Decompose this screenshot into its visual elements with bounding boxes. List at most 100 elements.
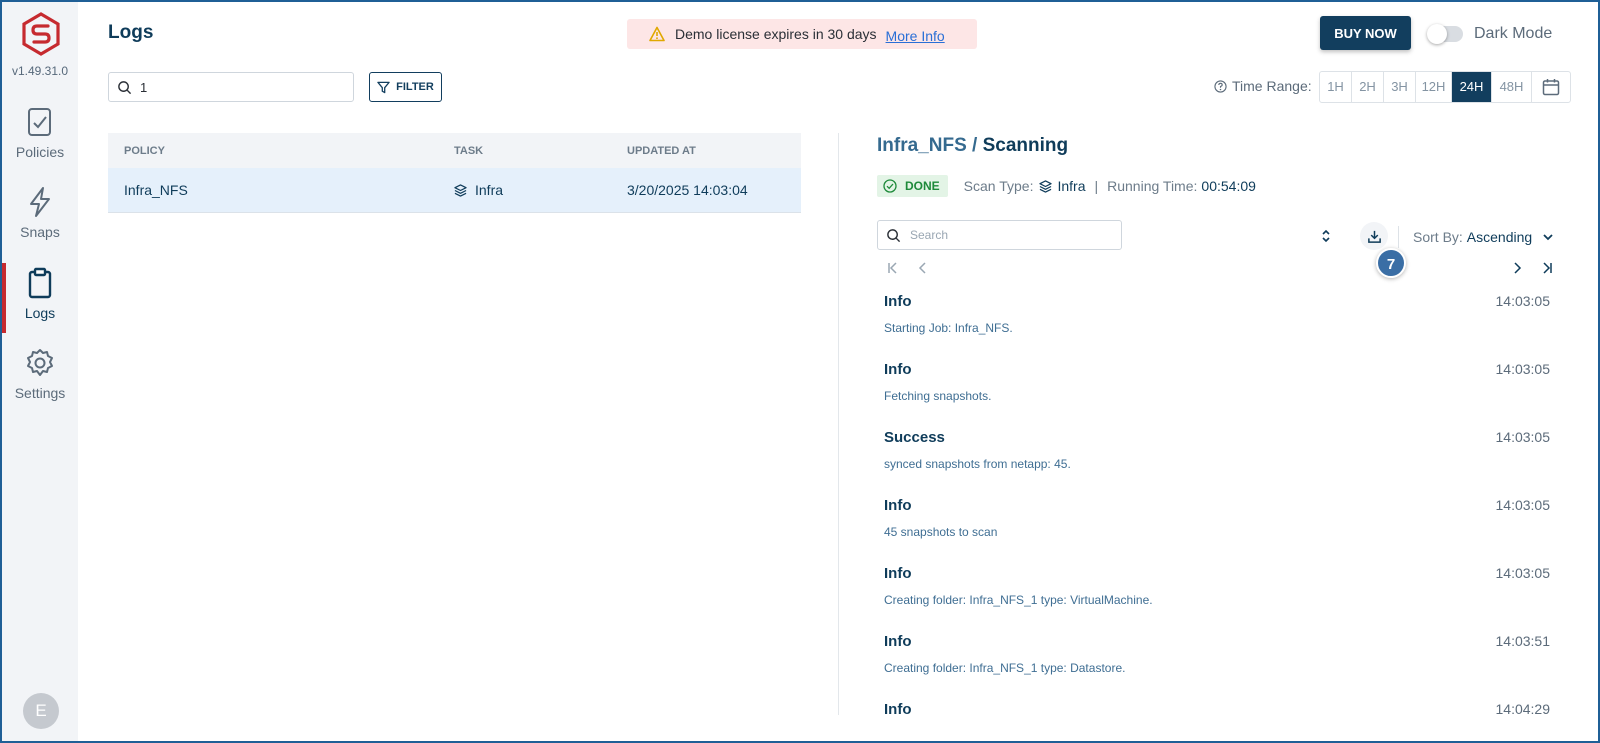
sort-by-value: Ascending <box>1466 229 1533 245</box>
filter-label: FILTER <box>396 81 434 93</box>
pager-left <box>886 261 946 277</box>
buy-now-button[interactable]: BUY NOW <box>1320 16 1411 50</box>
log-search-input[interactable]: Search <box>877 220 1122 250</box>
log-message: Starting Job: Infra_NFS. <box>884 321 1013 335</box>
sort-by-label: Sort By: <box>1413 229 1463 245</box>
column-header-updated-at[interactable]: UPDATED AT <box>627 145 801 157</box>
time-range-1h[interactable]: 1H <box>1320 72 1352 102</box>
log-message: synced snapshots from netapp: 45. <box>884 457 1071 471</box>
log-search-placeholder: Search <box>910 228 949 242</box>
log-level: Info <box>884 497 912 514</box>
log-entry: Info 14:03:05 Starting Job: Infra_NFS. <box>884 288 1550 356</box>
sidebar: v1.49.31.0 Policies Snaps Logs Settings … <box>2 2 78 741</box>
time-range-3h[interactable]: 3H <box>1384 72 1416 102</box>
log-entry: Info 14:03:05 Fetching snapshots. <box>884 356 1550 424</box>
download-icon <box>1367 230 1381 243</box>
log-message: Creating folder: Infra_NFS_1 type: Datas… <box>884 661 1126 675</box>
log-time: 14:04:29 <box>1495 701 1551 716</box>
filter-button[interactable]: FILTER <box>369 72 442 102</box>
log-list: Info 14:03:05 Starting Job: Infra_NFS. I… <box>884 288 1550 716</box>
page-title: Logs <box>108 22 154 43</box>
avatar[interactable]: E <box>23 693 59 729</box>
detail-separator: / <box>972 135 978 156</box>
log-time: 14:03:05 <box>1495 565 1551 581</box>
sidebar-item-label: Logs <box>24 305 56 321</box>
time-range-2h[interactable]: 2H <box>1352 72 1384 102</box>
cell-task: Infra <box>454 182 627 198</box>
pager-right <box>1510 261 1554 277</box>
detail-policy: Infra_NFS <box>877 135 967 156</box>
sort-by-dropdown[interactable]: Sort By: Ascending <box>1413 229 1554 245</box>
sort-toggle-icon[interactable] <box>1320 228 1332 244</box>
app-logo[interactable] <box>21 12 61 56</box>
search-icon <box>118 80 132 94</box>
sidebar-item-label: Policies <box>15 144 65 160</box>
license-banner: Demo license expires in 30 days More Inf… <box>627 19 977 49</box>
policy-table: POLICY TASK UPDATED AT Infra_NFS Infra 3… <box>108 133 801 213</box>
column-header-policy[interactable]: POLICY <box>108 145 454 157</box>
log-level: Info <box>884 633 912 650</box>
calendar-button[interactable] <box>1532 72 1570 102</box>
log-entry: Info 14:04:29 <box>884 696 1550 716</box>
time-range-24h[interactable]: 24H <box>1452 72 1492 102</box>
detail-task: Scanning <box>982 135 1069 156</box>
scan-type-label: Scan Type: <box>963 178 1034 194</box>
last-page-icon[interactable] <box>1540 261 1554 275</box>
log-time: 14:03:05 <box>1495 429 1551 445</box>
log-entry: Info 14:03:05 Creating folder: Infra_NFS… <box>884 560 1550 628</box>
status-badge: DONE <box>877 175 948 197</box>
warning-icon <box>649 26 665 42</box>
log-message: 45 snapshots to scan <box>884 525 998 539</box>
next-page-icon[interactable] <box>1510 261 1524 275</box>
cell-policy: Infra_NFS <box>124 182 188 198</box>
app-version: v1.49.31.0 <box>11 64 69 78</box>
log-entry: Info 14:03:51 Creating folder: Infra_NFS… <box>884 628 1550 696</box>
sidebar-item-snaps[interactable]: Snaps <box>2 186 78 256</box>
time-range-label-text: Time Range: <box>1232 78 1312 94</box>
scan-type-value: Infra <box>1057 178 1086 194</box>
log-level: Success <box>884 429 945 446</box>
logs-icon <box>28 267 52 299</box>
help-icon <box>1214 79 1227 93</box>
log-time: 14:03:51 <box>1495 633 1551 649</box>
cell-task-label: Infra <box>475 182 504 198</box>
sidebar-item-label: Settings <box>14 385 66 401</box>
status-row: DONE Scan Type: Infra | Running Time: 00… <box>877 175 1256 197</box>
log-entry: Info 14:03:05 45 snapshots to scan <box>884 492 1550 560</box>
search-input[interactable]: 1 <box>108 72 354 102</box>
log-level: Info <box>884 701 912 716</box>
log-time: 14:03:05 <box>1495 293 1551 309</box>
time-range-12h[interactable]: 12H <box>1416 72 1452 102</box>
running-time-value: 00:54:09 <box>1201 178 1256 194</box>
cell-updated-at: 3/20/2025 14:03:04 <box>627 182 748 198</box>
time-range-48h[interactable]: 48H <box>1492 72 1532 102</box>
snaps-icon <box>30 187 50 217</box>
toolbar-divider <box>1398 226 1399 248</box>
download-button[interactable] <box>1360 222 1388 250</box>
table-row[interactable]: Infra_NFS Infra 3/20/2025 14:03:04 <box>108 168 801 213</box>
dark-mode-label: Dark Mode <box>1474 25 1553 42</box>
column-header-task[interactable]: TASK <box>454 145 627 157</box>
chevron-down-icon <box>1543 234 1553 241</box>
search-value: 1 <box>140 79 148 95</box>
toggle-knob <box>1427 24 1447 44</box>
running-time-label: Running Time: <box>1107 178 1198 194</box>
more-info-link[interactable]: More Info <box>886 28 945 44</box>
sidebar-item-settings[interactable]: Settings <box>2 347 78 417</box>
time-range-selector: 1H 2H 3H 12H 24H 48H <box>1319 71 1571 103</box>
calendar-icon <box>1542 79 1560 96</box>
sidebar-item-policies[interactable]: Policies <box>2 106 78 176</box>
sidebar-item-logs[interactable]: Logs <box>2 263 78 337</box>
status-separator: | <box>1094 178 1099 194</box>
log-time: 14:03:05 <box>1495 361 1551 377</box>
license-text: Demo license expires in 30 days <box>675 26 877 42</box>
gear-icon <box>27 349 53 376</box>
status-text: DONE <box>905 179 940 193</box>
table-header: POLICY TASK UPDATED AT <box>108 133 801 168</box>
log-time: 14:03:05 <box>1495 497 1551 513</box>
dark-mode-toggle[interactable] <box>1427 24 1463 44</box>
log-entry: Success 14:03:05 synced snapshots from n… <box>884 424 1550 492</box>
prev-page-icon[interactable] <box>916 261 930 275</box>
first-page-icon[interactable] <box>886 261 900 275</box>
time-range-label: Time Range: <box>1214 78 1312 94</box>
